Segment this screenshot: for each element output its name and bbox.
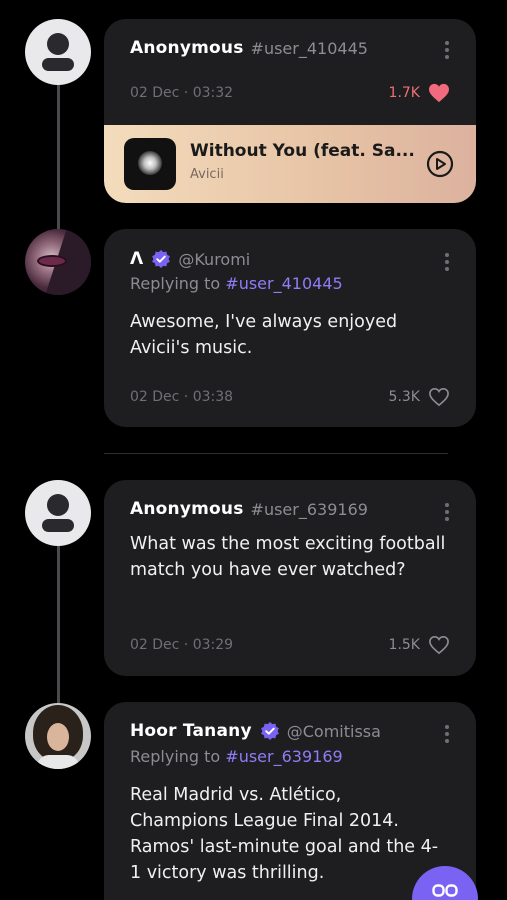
heart-filled-icon: [429, 83, 449, 103]
like-button[interactable]: 1.5K: [389, 635, 450, 655]
post-text: Real Madrid vs. Atlético, Champions Leag…: [130, 785, 439, 883]
post-timestamp: 02 Dec · 03:29: [130, 637, 234, 653]
post-card[interactable]: Anonymous #user_639169 What was the most…: [104, 480, 476, 676]
author-handle: @Comitissa: [286, 721, 381, 741]
song-title: Without You (feat. Sa...: [190, 141, 415, 161]
thread-divider: [104, 453, 448, 454]
reply-target-link[interactable]: #user_410445: [225, 274, 342, 293]
like-count: 1.5K: [388, 637, 420, 653]
post-text: Awesome, I've always enjoyed Avicii's mu…: [130, 312, 398, 358]
post-timestamp: 02 Dec · 03:32: [130, 85, 234, 101]
more-options-icon[interactable]: [444, 41, 450, 59]
reply-card[interactable]: Hoor Tanany @Comitissa Replying to #user…: [104, 702, 476, 900]
more-options-icon[interactable]: [444, 253, 450, 271]
like-button[interactable]: 1.7K: [389, 83, 450, 103]
author-handle: #user_639169: [250, 499, 368, 519]
more-options-icon[interactable]: [444, 725, 450, 743]
verified-badge-icon: [260, 722, 279, 740]
reply-target-link[interactable]: #user_639169: [225, 747, 342, 766]
replying-to: Replying to #user_639169: [130, 747, 343, 766]
avatar[interactable]: [25, 19, 91, 85]
replying-to: Replying to #user_410445: [130, 274, 343, 293]
heart-outline-icon: [429, 635, 449, 655]
play-circle-icon[interactable]: [426, 150, 454, 178]
avatar[interactable]: [25, 229, 91, 295]
more-options-icon[interactable]: [444, 503, 450, 521]
reply-card[interactable]: Λ @Kuromi Replying to #user_410445 Aweso…: [104, 229, 476, 427]
anonymous-user-icon: [47, 494, 69, 516]
avatar[interactable]: [25, 480, 91, 546]
music-attachment[interactable]: Without You (feat. Sa... Avicii: [104, 125, 476, 203]
author-name[interactable]: Anonymous: [130, 38, 244, 58]
post-card[interactable]: Anonymous #user_410445 02 Dec · 03:32 1.…: [104, 19, 476, 203]
author-handle: @Kuromi: [178, 249, 251, 269]
author-name[interactable]: Hoor Tanany: [130, 721, 252, 741]
author-handle: #user_410445: [250, 38, 368, 58]
author-name[interactable]: Anonymous: [130, 499, 244, 519]
anonymous-user-icon: [47, 33, 69, 55]
thread-line: [57, 545, 60, 703]
song-artist: Avicii: [190, 167, 224, 182]
author-name[interactable]: Λ: [130, 249, 143, 269]
like-count: 5.3K: [388, 389, 420, 405]
heart-outline-icon: [429, 387, 449, 407]
post-timestamp: 02 Dec · 03:38: [130, 389, 234, 405]
album-cover: [124, 138, 176, 190]
like-count: 1.7K: [388, 85, 420, 101]
avatar[interactable]: [25, 703, 91, 769]
post-text: What was the most exciting football matc…: [130, 534, 446, 580]
verified-badge-icon: [152, 250, 171, 268]
thread-line: [57, 84, 60, 234]
like-button[interactable]: 5.3K: [389, 387, 450, 407]
infinity-icon: [432, 884, 458, 897]
